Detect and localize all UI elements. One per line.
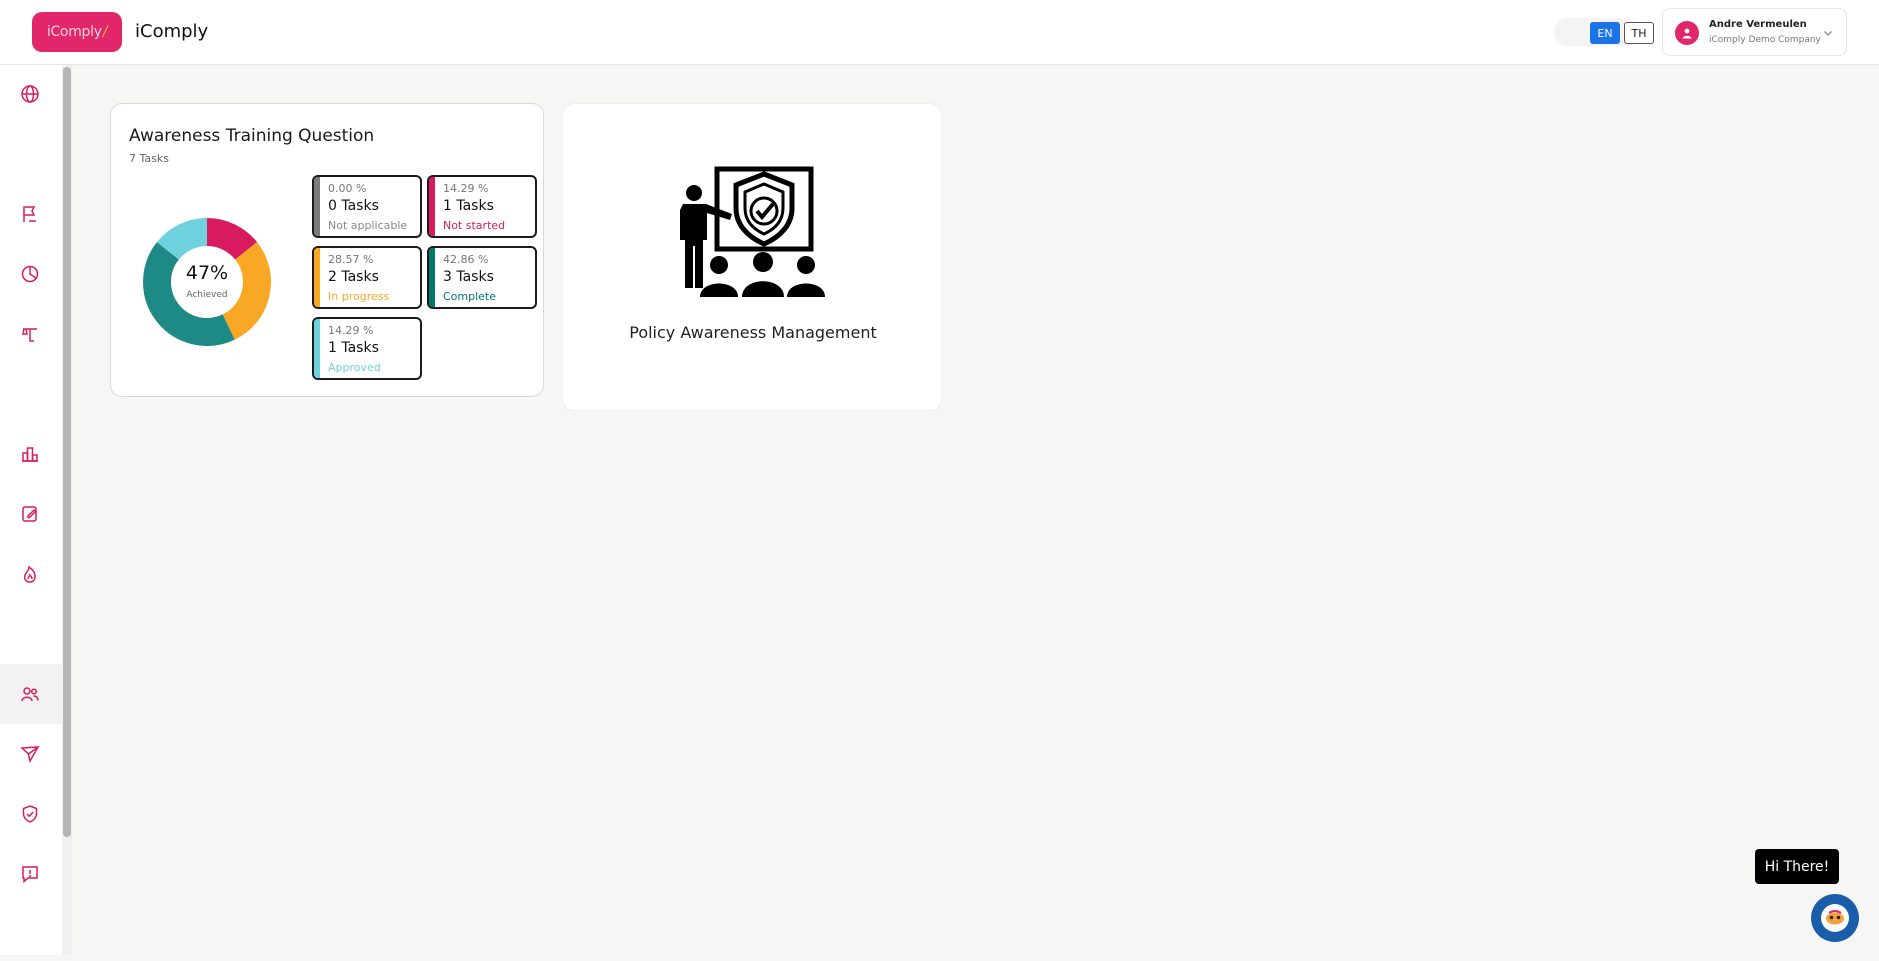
feedback-icon xyxy=(22,866,38,884)
stat-label: In progress xyxy=(328,290,390,303)
sidebar-item-users[interactable] xyxy=(18,682,42,706)
top-header: iComply / iComply EN TH Andre Vermeulen i… xyxy=(0,0,1879,65)
podium-icon xyxy=(22,447,38,462)
stat-color-bar xyxy=(429,177,435,236)
sidebar-item-security[interactable] xyxy=(18,802,42,826)
stat-color-bar xyxy=(314,319,320,378)
stat-percent: 14.29 % xyxy=(443,182,489,195)
stat-percent: 0.00 % xyxy=(328,182,367,195)
stat-color-bar xyxy=(314,177,320,236)
card-title: Awareness Training Question xyxy=(129,126,375,146)
donut-slice-approved xyxy=(156,218,208,261)
sidebar-scrollbar-thumb[interactable] xyxy=(63,67,71,837)
sidebar-item-flag[interactable] xyxy=(18,202,42,226)
stat-complete[interactable]: 42.86 % 3 Tasks Complete xyxy=(427,246,537,309)
stat-count: 0 Tasks xyxy=(328,198,379,214)
stat-label: Not started xyxy=(443,219,506,232)
stat-count: 1 Tasks xyxy=(328,340,379,356)
stat-percent: 14.29 % xyxy=(328,324,374,337)
logo-text: iComply xyxy=(46,24,102,40)
sidebar-item-reports[interactable] xyxy=(18,442,42,466)
chat-greeting-bubble[interactable]: Hi There! xyxy=(1755,849,1839,884)
policy-awareness-card[interactable]: Policy Awareness Management xyxy=(562,103,942,411)
stat-label: Complete xyxy=(443,290,497,303)
donut-center-percent: 47% xyxy=(185,262,229,284)
stat-approved[interactable]: 14.29 % 1 Tasks Approved xyxy=(312,317,422,380)
donut-center-label: Achieved xyxy=(186,290,228,300)
pie-chart-icon xyxy=(21,265,39,283)
app-title: iComply xyxy=(135,21,209,42)
chat-launcher-button[interactable] xyxy=(1811,894,1859,942)
stat-percent: 28.57 % xyxy=(328,253,374,266)
stat-not-applicable[interactable]: 0.00 % 0 Tasks Not applicable xyxy=(312,175,422,238)
logo-mark: / xyxy=(102,24,108,40)
sidebar-item-feedback[interactable] xyxy=(18,862,42,886)
send-icon xyxy=(20,746,40,764)
stat-label: Not applicable xyxy=(328,219,408,232)
user-menu[interactable]: Andre Vermeulen iComply Demo Company xyxy=(1662,8,1847,56)
app-logo[interactable]: iComply / xyxy=(32,12,122,52)
stat-count: 3 Tasks xyxy=(443,269,494,285)
stat-count: 2 Tasks xyxy=(328,269,379,285)
scale-icon xyxy=(22,328,37,342)
sidebar-item-legal[interactable] xyxy=(18,322,42,346)
users-icon xyxy=(21,687,39,702)
stat-color-bar xyxy=(314,248,320,307)
flame-icon xyxy=(23,565,36,583)
card-title: Policy Awareness Management xyxy=(629,323,877,342)
sidebar-item-risk[interactable] xyxy=(18,562,42,586)
chevron-down-icon[interactable] xyxy=(1822,27,1834,39)
language-en-button[interactable]: EN xyxy=(1590,22,1620,44)
language-switcher: EN TH xyxy=(1554,18,1654,46)
avatar xyxy=(1675,21,1699,45)
user-name: Andre Vermeulen xyxy=(1709,19,1807,30)
sidebar-item-globe[interactable] xyxy=(18,82,42,106)
stat-count: 1 Tasks xyxy=(443,198,494,214)
awareness-training-card[interactable]: Awareness Training Question 7 Tasks 47% … xyxy=(110,103,544,397)
card-subtitle: 7 Tasks xyxy=(129,152,169,165)
language-th-button[interactable]: TH xyxy=(1624,22,1654,44)
flag-icon xyxy=(23,206,36,222)
shield-check-icon xyxy=(22,805,38,823)
stat-not-started[interactable]: 14.29 % 1 Tasks Not started xyxy=(427,175,537,238)
sidebar-item-send[interactable] xyxy=(18,742,42,766)
donut-slice-not-started xyxy=(206,218,258,261)
presentation-training-icon xyxy=(680,166,825,297)
user-icon xyxy=(1682,28,1692,39)
stat-percent: 42.86 % xyxy=(443,253,489,266)
chat-bot-icon xyxy=(1821,904,1849,932)
edit-note-icon xyxy=(22,506,37,522)
globe-icon xyxy=(21,85,39,103)
stat-color-bar xyxy=(429,248,435,307)
stat-label: Approved xyxy=(328,361,381,374)
user-company: iComply Demo Company xyxy=(1709,35,1821,45)
stat-in-progress[interactable]: 28.57 % 2 Tasks In progress xyxy=(312,246,422,309)
sidebar-item-analytics[interactable] xyxy=(18,262,42,286)
sidebar-item-edit[interactable] xyxy=(18,502,42,526)
